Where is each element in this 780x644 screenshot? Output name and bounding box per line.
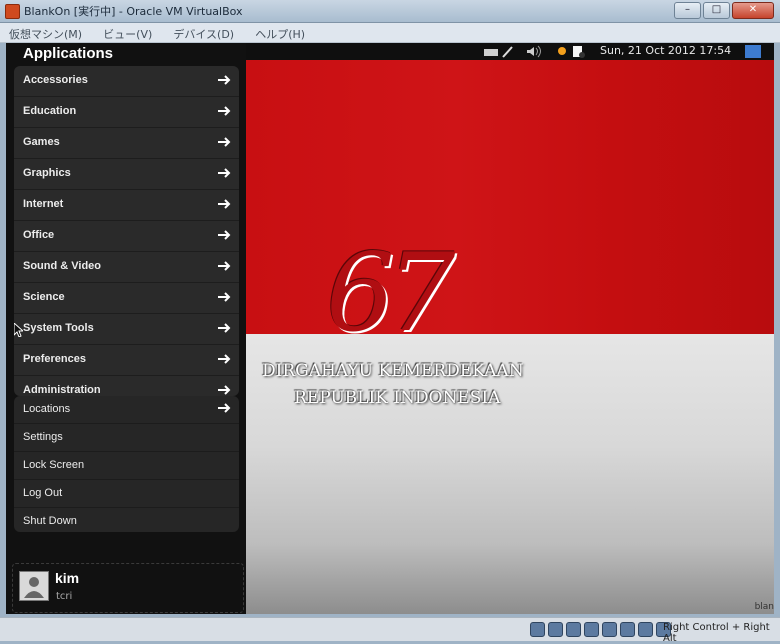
arrow-right-icon <box>218 323 231 333</box>
device-status-icons <box>530 622 671 637</box>
shared-folder-icon[interactable] <box>602 622 617 637</box>
user-account-box[interactable]: kim tcri <box>12 563 244 613</box>
menu-machine[interactable]: 仮想マシン(M) <box>0 24 89 42</box>
wallpaper: 67 DIRGAHAYU KEMERDEKAAN REPUBLIK INDONE… <box>246 60 774 614</box>
vm-status-bar: Right Control + Right Alt <box>0 617 780 644</box>
notes-clock-icon[interactable] <box>572 45 586 58</box>
user-name: kim <box>55 570 80 586</box>
maximize-button[interactable]: □ <box>703 2 730 19</box>
vm-screen: 67 DIRGAHAYU KEMERDEKAAN REPUBLIK INDONE… <box>6 43 774 614</box>
category-internet[interactable]: Internet <box>14 190 239 221</box>
arrow-right-icon <box>218 168 231 178</box>
applications-title: Applications <box>23 45 114 62</box>
panel-clock[interactable]: Sun, 21 Oct 2012 17:54 <box>600 44 731 57</box>
wallpaper-caption-line2: REPUBLIK INDONESIA <box>294 388 501 408</box>
applications-menu: Applications Accessories Education Games… <box>6 43 246 614</box>
arrow-right-icon <box>218 292 231 302</box>
arrow-right-icon <box>218 75 231 85</box>
arrow-right-icon <box>218 403 231 413</box>
hard-disk-icon[interactable] <box>530 622 545 637</box>
category-sound-video[interactable]: Sound & Video <box>14 252 239 283</box>
category-games[interactable]: Games <box>14 128 239 159</box>
host-key-label: Right Control + Right Alt <box>663 622 770 644</box>
log-out-item[interactable]: Log Out <box>14 480 239 508</box>
arrow-right-icon <box>218 230 231 240</box>
update-sun-icon[interactable] <box>555 45 570 58</box>
category-list: Accessories Education Games Graphics Int… <box>14 66 239 407</box>
lock-screen-item[interactable]: Lock Screen <box>14 452 239 480</box>
virtualbox-app-icon <box>5 4 20 19</box>
usb-icon[interactable] <box>566 622 581 637</box>
window-controls: – □ ✕ <box>674 2 774 19</box>
menu-view[interactable]: ビュー(V) <box>94 24 159 42</box>
virtualization-icon[interactable] <box>638 622 653 637</box>
close-button[interactable]: ✕ <box>732 2 774 19</box>
category-education[interactable]: Education <box>14 97 239 128</box>
pen-icon[interactable] <box>501 45 514 58</box>
optical-drive-icon[interactable] <box>548 622 563 637</box>
menu-devices[interactable]: デバイス(D) <box>164 24 241 42</box>
minimize-button[interactable]: – <box>674 2 701 19</box>
arrow-right-icon <box>218 385 231 395</box>
wallpaper-corner-text: blan <box>754 602 774 612</box>
category-system-tools[interactable]: System Tools <box>14 314 239 345</box>
window-title: BlankOn [実行中] - Oracle VM VirtualBox <box>24 5 243 18</box>
volume-icon[interactable] <box>525 45 543 58</box>
settings-item[interactable]: Settings <box>14 424 239 452</box>
arrow-right-icon <box>218 137 231 147</box>
arrow-right-icon <box>218 261 231 271</box>
user-switch-icon[interactable] <box>745 45 761 58</box>
avatar <box>19 571 49 601</box>
mouse-pointer-icon <box>14 323 23 337</box>
menu-help[interactable]: ヘルプ(H) <box>246 24 312 42</box>
arrow-right-icon <box>218 199 231 209</box>
locations-item[interactable]: Locations <box>14 396 239 424</box>
shut-down-item[interactable]: Shut Down <box>14 508 239 535</box>
category-graphics[interactable]: Graphics <box>14 159 239 190</box>
category-accessories[interactable]: Accessories <box>14 66 239 97</box>
category-preferences[interactable]: Preferences <box>14 345 239 376</box>
arrow-right-icon <box>218 354 231 364</box>
category-office[interactable]: Office <box>14 221 239 252</box>
wallpaper-caption-line1: DIRGAHAYU KEMERDEKAAN <box>262 361 524 381</box>
window-titlebar: BlankOn [実行中] - Oracle VM VirtualBox – □… <box>0 0 780 23</box>
keyboard-icon[interactable] <box>483 45 499 58</box>
network-icon[interactable] <box>584 622 599 637</box>
anniversary-number: 67 <box>326 231 455 356</box>
user-status: tcri <box>56 591 73 602</box>
arrow-right-icon <box>218 106 231 116</box>
display-icon[interactable] <box>620 622 635 637</box>
user-avatar-icon <box>24 577 44 598</box>
system-actions-list: Locations Settings Lock Screen Log Out S… <box>14 396 239 532</box>
category-science[interactable]: Science <box>14 283 239 314</box>
window-menubar: 仮想マシン(M) ビュー(V) デバイス(D) ヘルプ(H) <box>0 23 780 43</box>
